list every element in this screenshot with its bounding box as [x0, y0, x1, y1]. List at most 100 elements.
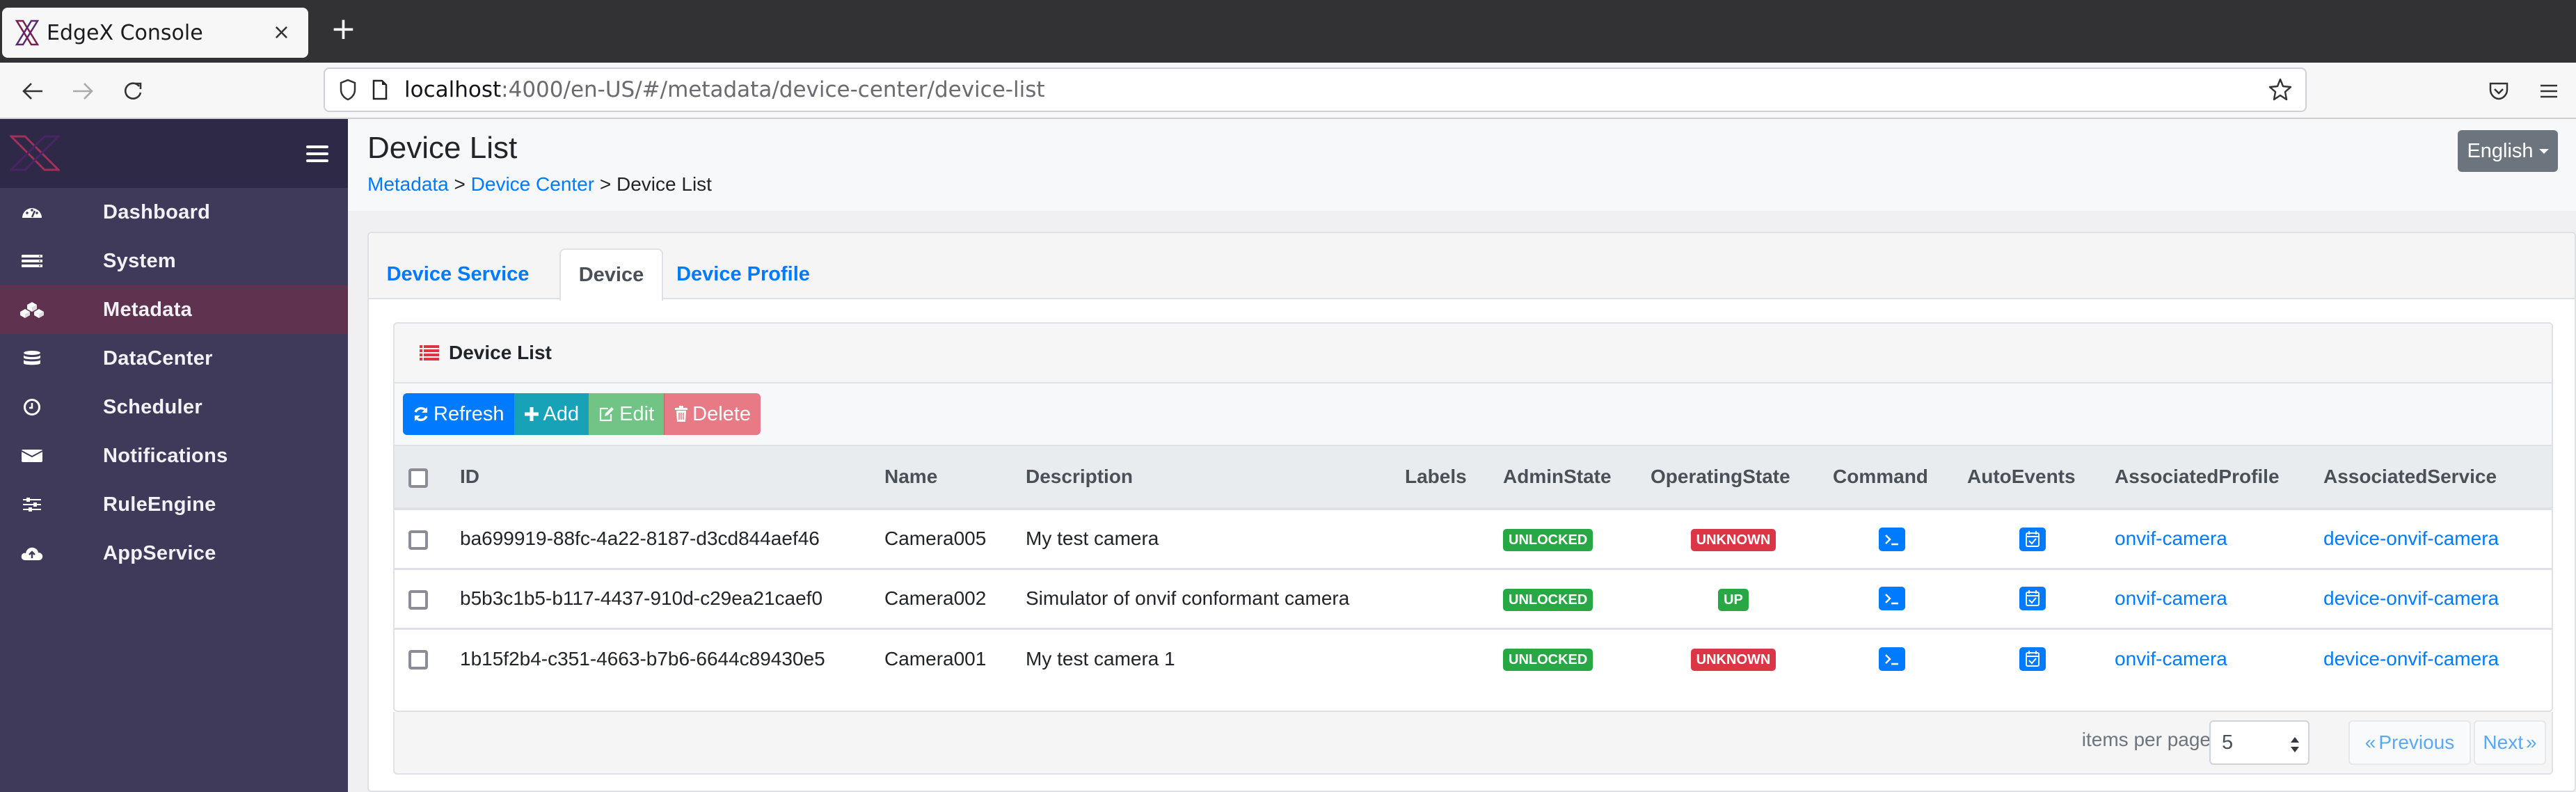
device-name: Camera002: [884, 587, 987, 609]
admin-state-badge: UNLOCKED: [1503, 649, 1593, 672]
app-menu-button[interactable]: [2533, 75, 2565, 107]
column-header-autoevents[interactable]: AutoEvents: [1959, 446, 2106, 509]
url-path: :4000/en-US/#/metadata/device-center/dev…: [501, 77, 1045, 102]
next-label: Next: [2483, 731, 2523, 753]
table-row: 1b15f2b4-c351-4663-b7b6-6644c89430e5 Cam…: [395, 628, 2552, 688]
language-dropdown[interactable]: English: [2458, 130, 2558, 172]
sidebar-item-ruleengine[interactable]: RuleEngine: [0, 480, 348, 529]
sidebar-item-scheduler[interactable]: Scheduler: [0, 383, 348, 431]
column-header-id[interactable]: ID: [452, 446, 876, 509]
row-select-cell: [395, 569, 452, 628]
select-all-checkbox[interactable]: [408, 468, 428, 488]
edit-button[interactable]: Edit: [589, 393, 665, 435]
sidebar-header: [0, 119, 348, 188]
main-content: Device List Metadata > Device Center > D…: [348, 119, 2576, 792]
url-bar[interactable]: localhost:4000/en-US/#/metadata/device-c…: [324, 68, 2307, 112]
column-header-labels[interactable]: Labels: [1397, 446, 1495, 509]
sidebar-item-dashboard[interactable]: Dashboard: [0, 188, 348, 237]
device-id: 1b15f2b4-c351-4663-b7b6-6644c89430e5: [460, 647, 825, 670]
row-select-cell: [395, 628, 452, 688]
command-button[interactable]: [1878, 527, 1905, 551]
close-tab-icon[interactable]: ×: [273, 20, 290, 45]
tab-device-profile[interactable]: Device Profile: [664, 248, 822, 301]
breadcrumb-device-center-link[interactable]: Device Center: [471, 173, 594, 195]
edit-label: Edit: [619, 402, 655, 425]
browser-tab[interactable]: EdgeX Console ×: [2, 8, 308, 58]
command-button[interactable]: [1878, 647, 1905, 672]
next-page-button[interactable]: Next»: [2474, 720, 2546, 765]
tab-device[interactable]: Device: [559, 248, 663, 301]
autoevents-cell: [1959, 628, 2106, 688]
operating-state-badge: UP: [1718, 588, 1749, 611]
tab-device-service[interactable]: Device Service: [379, 248, 537, 301]
previous-page-button[interactable]: «Previous: [2348, 720, 2471, 765]
tachometer-icon: [0, 206, 103, 219]
associated-profile-link[interactable]: onvif-camera: [2115, 648, 2227, 670]
service-cell: device-onvif-camera: [2315, 509, 2552, 569]
page-title: Device List: [367, 131, 518, 165]
sidebar-item-appservice[interactable]: AppService: [0, 529, 348, 578]
tab-bar: Device Service Device Device Profile: [369, 233, 2575, 301]
breadcrumb-metadata-link[interactable]: Metadata: [367, 173, 449, 195]
associated-service-link[interactable]: device-onvif-camera: [2323, 587, 2499, 609]
autoevents-button[interactable]: [2019, 587, 2046, 611]
breadcrumb-separator: >: [454, 173, 466, 195]
new-tab-button[interactable]: +: [331, 14, 356, 45]
admin-state-cell: UNLOCKED: [1495, 569, 1642, 628]
hamburger-line: [306, 145, 328, 148]
trash-icon: [675, 406, 688, 422]
bookmark-star-icon[interactable]: [2268, 77, 2293, 102]
pagination-bar: items per page 5 «Previous Next»: [393, 712, 2553, 775]
row-checkbox[interactable]: [408, 530, 428, 550]
language-label: English: [2467, 139, 2534, 162]
add-button[interactable]: Add: [514, 393, 589, 435]
device-table: ID Name Description Labels AdminState Op…: [395, 446, 2552, 688]
sidebar-item-system[interactable]: System: [0, 237, 348, 285]
table-row: b5b3c1b5-b117-4437-910d-c29ea21caef0 Cam…: [395, 569, 2552, 628]
command-button[interactable]: [1878, 587, 1905, 611]
profile-cell: onvif-camera: [2106, 509, 2315, 569]
delete-button[interactable]: Delete: [664, 393, 761, 435]
device-description: Simulator of onvif conformant camera: [1026, 587, 1350, 609]
column-header-associatedservice[interactable]: AssociatedService: [2315, 446, 2552, 509]
associated-service-link[interactable]: device-onvif-camera: [2323, 528, 2499, 549]
pocket-button[interactable]: [2483, 75, 2515, 107]
previous-label: Previous: [2378, 731, 2455, 753]
autoevents-button[interactable]: [2019, 647, 2046, 672]
back-button[interactable]: [17, 75, 49, 107]
sidebar-item-notifications[interactable]: Notifications: [0, 431, 348, 480]
sidebar-toggle-button[interactable]: [306, 145, 328, 162]
device-id: b5b3c1b5-b117-4437-910d-c29ea21caef0: [460, 587, 823, 609]
device-id: ba699919-88fc-4a22-8187-d3cd844aef46: [460, 528, 820, 550]
forward-button[interactable]: [67, 75, 99, 107]
column-header-adminstate[interactable]: AdminState: [1495, 446, 1642, 509]
column-header-name[interactable]: Name: [876, 446, 1017, 509]
browser-nav-bar: localhost:4000/en-US/#/metadata/device-c…: [0, 63, 2576, 119]
column-header-command[interactable]: Command: [1824, 446, 1959, 509]
select-arrows-icon: [2291, 737, 2299, 752]
column-header-description[interactable]: Description: [1017, 446, 1397, 509]
admin-state-cell: UNLOCKED: [1495, 628, 1642, 688]
sidebar-item-datacenter[interactable]: DataCenter: [0, 334, 348, 383]
edgex-logo-icon[interactable]: [10, 135, 60, 171]
row-checkbox[interactable]: [408, 589, 428, 610]
autoevents-button[interactable]: [2019, 527, 2046, 551]
associated-service-link[interactable]: device-onvif-camera: [2323, 648, 2499, 670]
row-select-cell: [395, 509, 452, 569]
delete-label: Delete: [692, 402, 751, 425]
column-header-associatedprofile[interactable]: AssociatedProfile: [2106, 446, 2315, 509]
associated-profile-link[interactable]: onvif-camera: [2115, 587, 2227, 609]
items-per-page-select[interactable]: 5: [2209, 720, 2309, 765]
refresh-button[interactable]: Refresh: [403, 393, 514, 435]
metadata-card: Device Service Device Device Profile Dev…: [367, 232, 2576, 792]
associated-profile-link[interactable]: onvif-camera: [2115, 528, 2227, 549]
sidebar-item-metadata[interactable]: Metadata: [0, 285, 348, 334]
sliders-icon: [0, 498, 103, 512]
reload-button[interactable]: [117, 75, 149, 107]
arrow-right-icon: [73, 83, 93, 100]
column-header-operatingstate[interactable]: OperatingState: [1642, 446, 1824, 509]
row-checkbox[interactable]: [408, 650, 428, 670]
arrow-left-icon: [22, 83, 42, 100]
device-description: My test camera 1: [1026, 647, 1175, 670]
device-list-panel: Device List Refresh Add Edit Delete ID N…: [393, 322, 2553, 712]
